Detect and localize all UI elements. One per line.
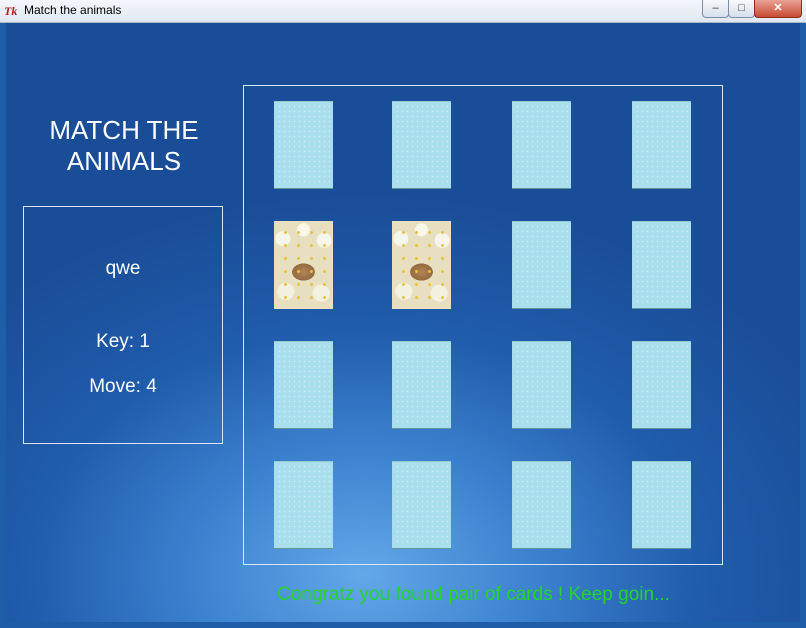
card-board	[243, 85, 723, 565]
player-info-panel: qwe Key: 1 Move: 4	[23, 206, 223, 444]
card-r1c2[interactable]	[392, 101, 451, 189]
status-message: Congratz you found pair of cards ! Keep …	[277, 584, 670, 605]
window-title: Match the animals	[24, 3, 122, 17]
game-title-line-1: MATCH THE	[49, 115, 199, 145]
minimize-button[interactable]: –	[702, 0, 729, 18]
card-r4c3[interactable]	[512, 461, 571, 549]
game-title: MATCH THE ANIMALS	[24, 115, 224, 177]
key-count: Key: 1	[96, 331, 150, 352]
window-titlebar: Tk Match the animals – □ ✕	[0, 0, 806, 23]
game-title-line-2: ANIMALS	[66, 146, 182, 176]
maximize-button[interactable]: □	[728, 0, 755, 18]
card-r3c2[interactable]	[392, 341, 451, 429]
card-r1c4[interactable]	[632, 101, 691, 189]
card-revealed-r2c2[interactable]	[392, 221, 451, 309]
close-button[interactable]: ✕	[754, 0, 802, 18]
card-r3c1[interactable]	[274, 341, 333, 429]
card-r1c1[interactable]	[274, 101, 333, 189]
game-canvas: MATCH THE ANIMALS qwe Key: 1 Move: 4 Con…	[6, 23, 800, 622]
move-count: Move: 4	[89, 376, 157, 397]
card-revealed-r2c1[interactable]	[274, 221, 333, 309]
player-name: qwe	[105, 258, 141, 279]
card-r3c4[interactable]	[632, 341, 691, 429]
card-r2c4[interactable]	[632, 221, 691, 309]
card-r4c2[interactable]	[392, 461, 451, 549]
card-r4c1[interactable]	[274, 461, 333, 549]
card-r3c3[interactable]	[512, 341, 571, 429]
tk-feather-icon: Tk	[4, 4, 18, 18]
card-r1c3[interactable]	[512, 101, 571, 189]
card-r2c3[interactable]	[512, 221, 571, 309]
card-r4c4[interactable]	[632, 461, 691, 549]
